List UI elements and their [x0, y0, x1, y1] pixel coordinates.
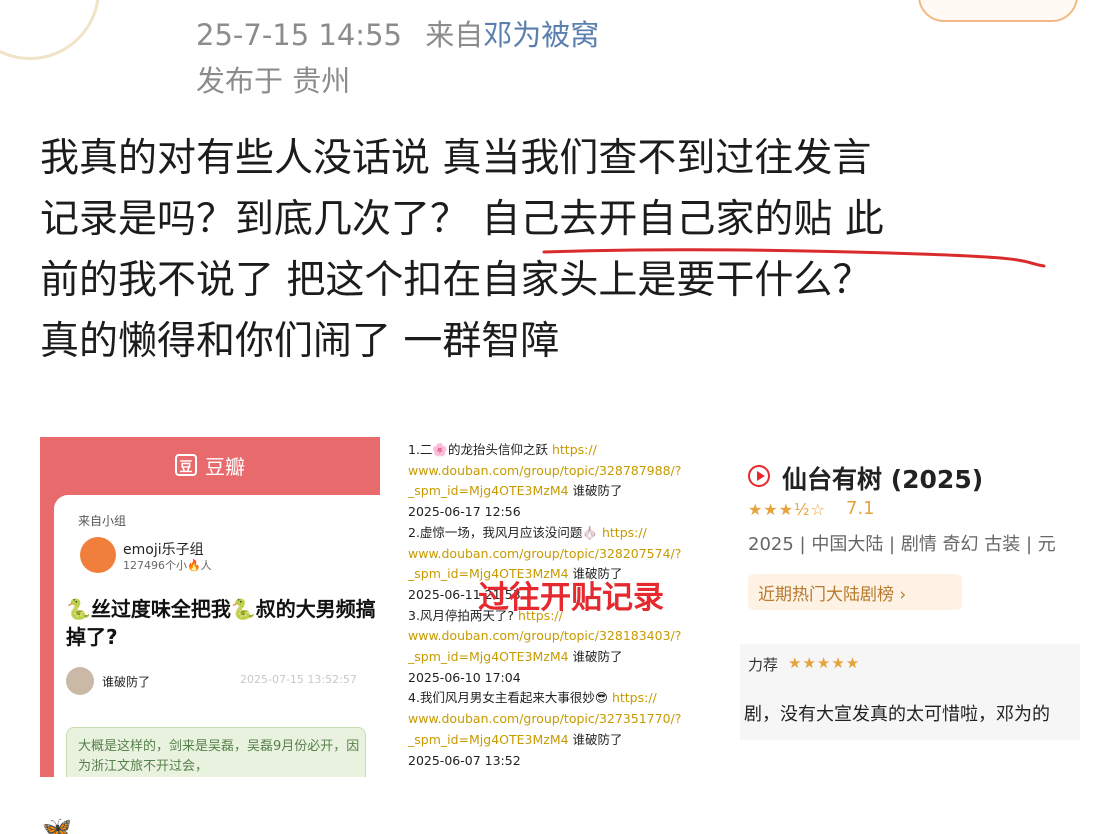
- post-meta: 25-7-15 14:55 来自邓为被窝: [196, 12, 599, 54]
- user-avatar: [66, 667, 94, 695]
- rating-score: 7.1: [846, 498, 875, 519]
- link-line: www.douban.com/group/topic/328787988/?: [408, 462, 682, 478]
- link-line: www.douban.com/group/topic/328183403/?: [408, 628, 682, 644]
- douban-brand: 豆瓣: [205, 454, 245, 479]
- reviewer-label: 力荐: [748, 656, 779, 674]
- hand-drawn-underline: [542, 248, 1046, 268]
- rating-stars: ★★★½☆: [748, 500, 826, 519]
- ranking-chip: 近期热门大陆剧榜 ›: [748, 574, 962, 610]
- drama-tags: 2025 | 中国大陆 | 剧情 奇幻 古装 | 元: [748, 534, 1056, 555]
- overlay-annotation: 过往开贴记录: [478, 580, 664, 616]
- link-line: www.douban.com/group/topic/328207574/?: [408, 545, 682, 561]
- link-line: www.douban.com/group/topic/327351770/?: [408, 711, 682, 727]
- douban-post-time: 2025-07-15 13:52:57: [240, 673, 357, 686]
- link-line: 2025-06-10 17:04: [408, 669, 521, 685]
- quote-text: 大概是这样的，剑来是吴磊，吴磊9月份必开，因为浙江文旅不开过会，: [78, 739, 360, 774]
- play-icon: [748, 465, 770, 487]
- group-label: 来自小组: [78, 514, 127, 528]
- douban-screenshot: 豆 豆瓣 来自小组 emoji乐子组 127496个小🔥人 🐍丝过度味全把我🐍叔…: [40, 437, 380, 777]
- group-name: emoji乐子组: [123, 542, 204, 558]
- author-avatar[interactable]: [0, 0, 100, 60]
- post-source-prefix: 来自: [425, 18, 484, 52]
- post-text-line: 真的懒得和你们闹了 一群智障: [40, 319, 560, 364]
- post-location: 发布于 贵州: [196, 64, 351, 98]
- group-avatar: [80, 537, 116, 573]
- link-line: _spm_id=Mjg4OTE3MzM4 谁破防了: [408, 731, 623, 747]
- group-stats: 127496个小🔥人: [123, 559, 212, 572]
- post-text-line: 我真的对有些人没话说 真当我们查不到过往发言: [40, 136, 872, 181]
- douban-post-title: 🐍丝过度味全把我🐍叔的大男频搞掉了?: [66, 597, 376, 649]
- douban-user-name: 谁破防了: [102, 675, 151, 689]
- link-line: 4.我们风月男女主看起来大事很妙😎 https://: [408, 690, 657, 706]
- post-source-link[interactable]: 邓为被窝: [483, 18, 599, 52]
- next-post-avatar[interactable]: 🦋: [42, 815, 72, 834]
- review-text: 剧，没有大宣发真的太可惜啦，邓为的: [744, 704, 1050, 725]
- drama-title: 仙台有树 (2025): [782, 465, 984, 494]
- follow-button[interactable]: [918, 0, 1078, 22]
- drama-screenshot: 仙台有树 (2025) ★★★½☆ 7.1 2025 | 中国大陆 | 剧情 奇…: [740, 450, 1080, 750]
- link-line: 2025-06-07 13:52: [408, 752, 521, 768]
- post-time: 25-7-15 14:55: [196, 18, 402, 52]
- review-box: 力荐 ★★★★★ 剧，没有大宣发真的太可惜啦，邓为的: [740, 644, 1080, 740]
- link-line: _spm_id=Mjg4OTE3MzM4 谁破防了: [408, 483, 623, 499]
- link-line: 2025-06-17 12:56: [408, 504, 521, 520]
- link-line: 2.虚惊一场，我风月应该没问题🧄 https://: [408, 524, 647, 540]
- link-line: 1.二🌸的龙抬头信仰之跃 https://: [408, 442, 597, 457]
- douban-logo-icon: 豆: [175, 454, 197, 476]
- douban-header: 豆 豆瓣: [40, 437, 380, 493]
- link-line: _spm_id=Mjg4OTE3MzM4 谁破防了: [408, 649, 623, 665]
- review-stars: ★★★★★: [788, 654, 861, 672]
